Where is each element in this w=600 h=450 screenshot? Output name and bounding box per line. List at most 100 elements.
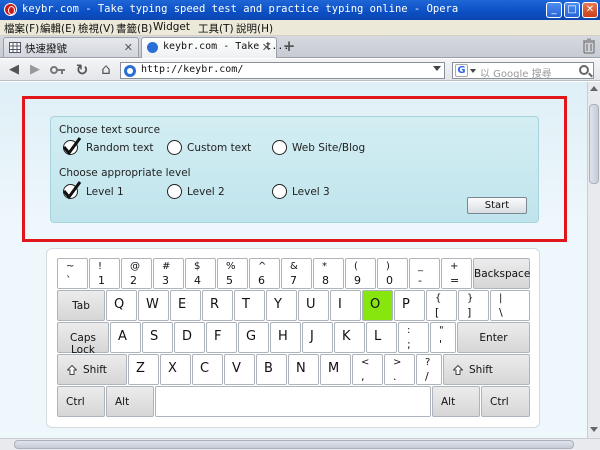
key-label: Shift xyxy=(469,364,493,376)
key-char: W xyxy=(146,297,159,312)
close-button[interactable]: ✕ xyxy=(582,2,598,18)
forward-icon[interactable]: ▶ xyxy=(27,62,43,78)
key-char: / xyxy=(425,370,429,383)
radio-level-3[interactable] xyxy=(272,184,287,199)
radio-custom-text[interactable] xyxy=(167,140,182,155)
key-char: ; xyxy=(407,338,411,351)
key-char: - xyxy=(418,274,422,287)
source-heading: Choose text source xyxy=(59,124,161,136)
key-shift-char: ( xyxy=(354,261,358,272)
key-char: 9 xyxy=(354,274,361,287)
reload-icon[interactable]: ↻ xyxy=(74,62,90,78)
key-quote: " ' xyxy=(430,322,456,353)
key-char: G xyxy=(246,329,257,344)
key-o: O xyxy=(362,290,393,321)
start-button[interactable]: Start xyxy=(467,197,527,214)
search-field[interactable]: G 以 Google 搜尋 xyxy=(452,62,594,80)
key-semicolon: :; xyxy=(398,322,429,353)
radio-level-1[interactable] xyxy=(62,181,82,200)
opera-logo-icon xyxy=(4,3,17,16)
key-t: T xyxy=(234,290,265,321)
search-icon[interactable] xyxy=(579,65,589,75)
key-char: U xyxy=(306,297,316,312)
window-title: keybr.com - Take typing speed test and p… xyxy=(22,3,459,15)
shift-icon xyxy=(67,365,77,375)
key-char: T xyxy=(242,297,250,312)
key-q: Q xyxy=(106,290,137,321)
vertical-scrollbar[interactable] xyxy=(587,82,600,438)
key-char: Q xyxy=(114,297,125,312)
key-shift-char: @ xyxy=(130,261,140,272)
key-v: V xyxy=(224,354,255,385)
menu-widget[interactable]: Widget xyxy=(153,21,190,33)
google-icon[interactable]: G xyxy=(455,64,468,77)
key-label: Ctrl xyxy=(66,396,85,408)
key-comma: <, xyxy=(352,354,383,385)
address-bar[interactable]: http://keybr.com/ xyxy=(120,62,445,79)
new-tab-button[interactable]: + xyxy=(282,39,296,54)
radio-label: Level 2 xyxy=(187,186,225,198)
key-k: K xyxy=(334,322,365,353)
key-shift-char: " xyxy=(439,325,444,336)
key-char: ' xyxy=(439,338,443,351)
key-h: H xyxy=(270,322,301,353)
radio-random-text[interactable] xyxy=(62,137,82,156)
maximize-button[interactable]: □ xyxy=(564,2,580,18)
address-dropdown-icon[interactable] xyxy=(433,66,441,71)
menu-bookmarks[interactable]: 書籤(B) xyxy=(116,21,152,36)
key-alt-left: Alt xyxy=(106,386,154,417)
key-shift-char: $ xyxy=(194,261,201,272)
tab-close-icon[interactable]: ✕ xyxy=(262,41,271,54)
tab-close-icon[interactable]: ✕ xyxy=(124,41,133,54)
key-char: \ xyxy=(499,306,503,319)
search-engine-dropdown-icon[interactable] xyxy=(470,69,476,73)
back-icon[interactable]: ◀ xyxy=(6,62,22,78)
trash-icon[interactable] xyxy=(582,38,596,54)
key-label: Shift xyxy=(83,364,107,376)
scrollbar-thumb[interactable] xyxy=(589,104,599,184)
scrollbar-thumb[interactable] xyxy=(14,440,574,449)
key-label: Alt xyxy=(115,396,130,408)
horizontal-scrollbar[interactable] xyxy=(0,438,600,450)
menu-help[interactable]: 說明(H) xyxy=(236,21,273,36)
key-char: J xyxy=(310,329,314,344)
level-heading: Choose appropriate level xyxy=(59,167,191,179)
key-y: Y xyxy=(266,290,297,321)
key-3: #3 xyxy=(153,258,184,289)
key-label: Alt xyxy=(441,396,456,408)
radio-label: Random text xyxy=(86,142,154,154)
key-icon[interactable] xyxy=(50,64,66,76)
scroll-up-icon[interactable] xyxy=(590,86,598,91)
address-text: http://keybr.com/ xyxy=(141,64,244,75)
tab-speed-dial[interactable]: 快速撥號 ✕ xyxy=(3,37,139,57)
key-shift-char: | xyxy=(499,293,503,304)
radio-level-2[interactable] xyxy=(167,184,182,199)
key-char: F xyxy=(214,329,222,344)
key-alt-right: Alt xyxy=(432,386,480,417)
radio-label: Level 3 xyxy=(292,186,330,198)
key-char: D xyxy=(182,329,193,344)
menu-file[interactable]: 檔案(F) xyxy=(4,21,39,36)
menu-edit[interactable]: 編輯(E) xyxy=(40,21,76,36)
search-placeholder: 以 Google 搜尋 xyxy=(480,69,552,80)
key-char: N xyxy=(296,361,306,376)
menu-view[interactable]: 檢視(V) xyxy=(78,21,114,36)
key-char: H xyxy=(278,329,288,344)
key-4: $4 xyxy=(185,258,216,289)
key-7: & 7 xyxy=(281,258,312,289)
radio-web-site-blog[interactable] xyxy=(272,140,287,155)
key-shift-char: & xyxy=(290,261,298,272)
key-char: , xyxy=(361,370,365,383)
key-s: S xyxy=(142,322,173,353)
key-char: C xyxy=(200,361,210,376)
scroll-down-icon[interactable] xyxy=(590,427,598,432)
tab-label: 快速撥號 xyxy=(25,43,67,55)
home-icon[interactable]: ⌂ xyxy=(98,61,114,77)
key-z: Z xyxy=(128,354,159,385)
key-5: % 5 xyxy=(217,258,248,289)
tab-keybr[interactable]: keybr.com - Take t... ✕ xyxy=(141,37,289,58)
menu-tools[interactable]: 工具(T) xyxy=(198,21,234,36)
key-i: I xyxy=(330,290,361,321)
key-0: ) 0 xyxy=(377,258,408,289)
minimize-button[interactable]: _ xyxy=(546,2,562,18)
